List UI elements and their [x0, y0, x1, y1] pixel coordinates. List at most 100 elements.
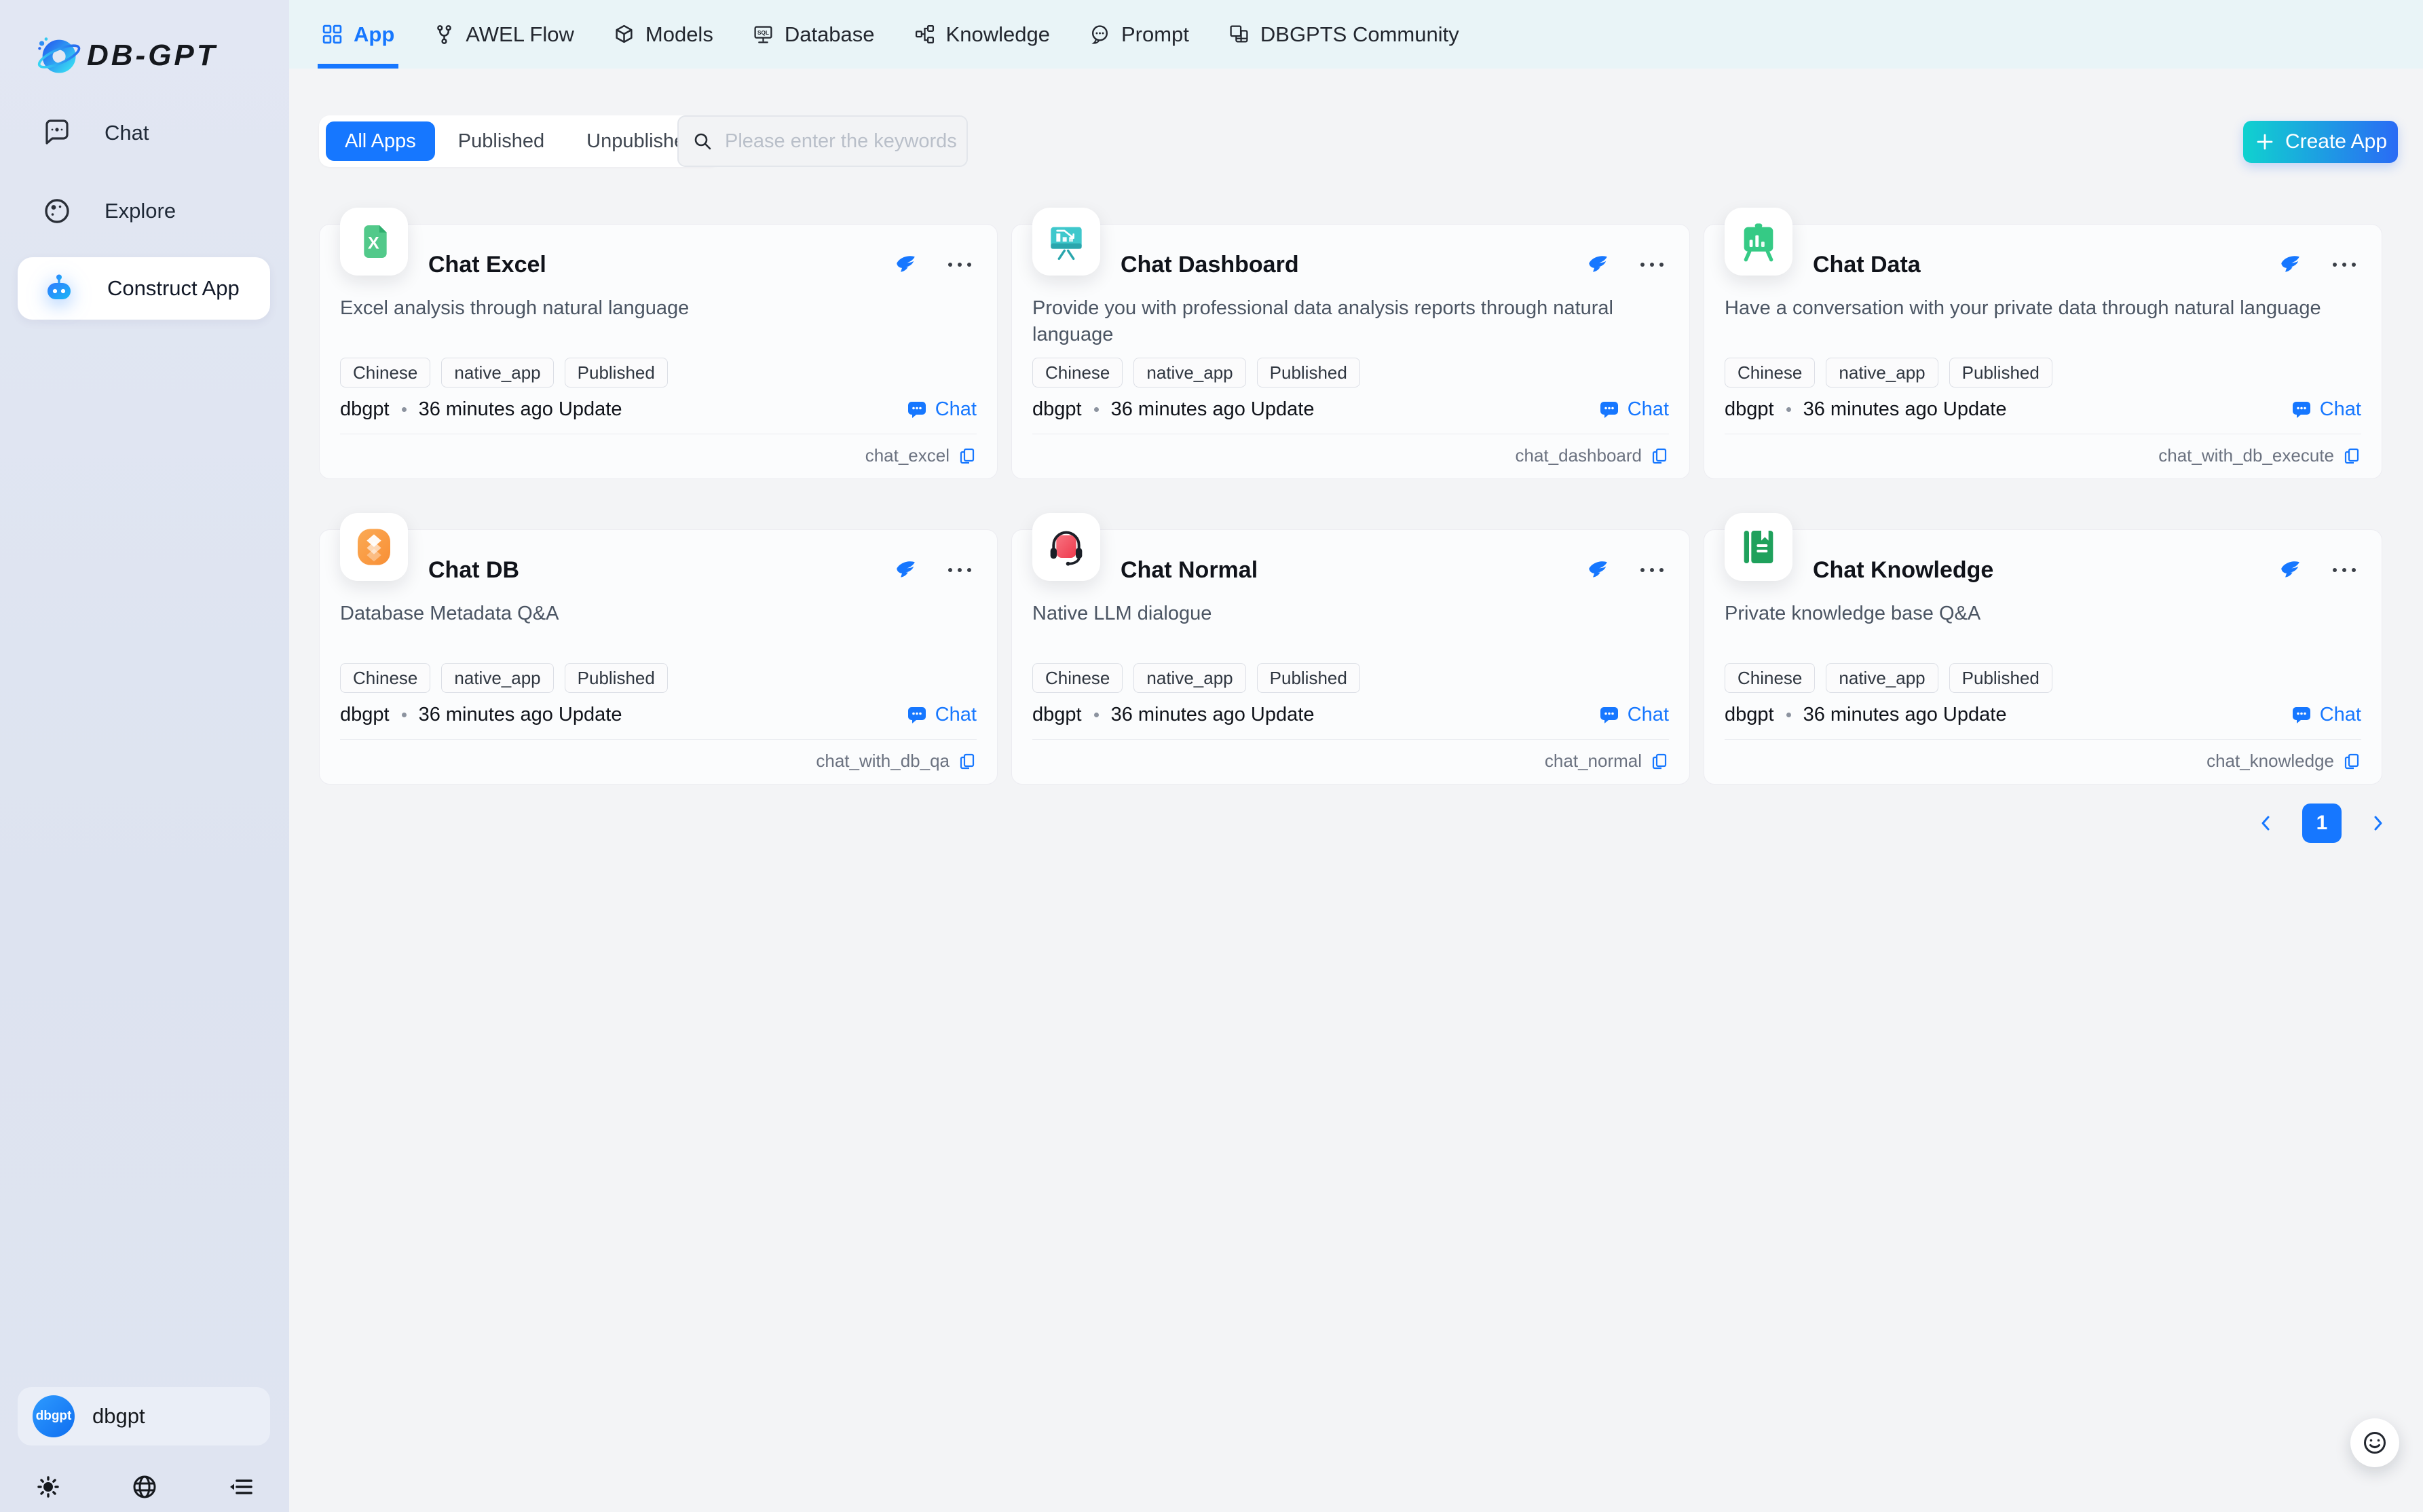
tab-label: Database: [785, 22, 875, 47]
filter-all-apps[interactable]: All Apps: [326, 121, 435, 161]
card-title: Chat DB: [428, 557, 519, 584]
chat-link-label: Chat: [2320, 398, 2361, 421]
dot-separator: [402, 407, 407, 412]
chat-link-label: Chat: [935, 704, 977, 726]
divider: [340, 739, 977, 740]
svg-text:SQL: SQL: [757, 30, 769, 36]
scene-code: chat_normal: [1545, 751, 1642, 772]
dingtalk-share-icon[interactable]: [894, 253, 917, 276]
page-number-1[interactable]: 1: [2302, 804, 2342, 843]
robot-icon: [42, 272, 75, 305]
card-updated: 36 minutes ago Update: [419, 398, 622, 421]
sidebar-item-label: Construct App: [107, 276, 240, 301]
tag-chip: Published: [1257, 663, 1360, 693]
chat-link-label: Chat: [1628, 704, 1669, 726]
app-card-chat-excel[interactable]: X Chat Excel Excel analysis through natu…: [319, 224, 998, 479]
dingtalk-share-icon[interactable]: [1586, 253, 1609, 276]
copy-icon[interactable]: [958, 447, 977, 466]
card-owner: dbgpt: [1725, 398, 1774, 421]
tab-app[interactable]: App: [322, 0, 394, 69]
tab-knowledge[interactable]: Knowledge: [914, 0, 1050, 69]
tab-models[interactable]: Models: [614, 0, 713, 69]
card-owner: dbgpt: [1032, 704, 1082, 726]
dingtalk-share-icon[interactable]: [2278, 559, 2302, 582]
tab-dbgpts-community[interactable]: DBGPTS Community: [1228, 0, 1459, 69]
copy-icon[interactable]: [1650, 752, 1669, 771]
card-title: Chat Knowledge: [1813, 557, 1993, 584]
chat-link[interactable]: Chat: [907, 704, 977, 726]
tag-chip: native_app: [1133, 663, 1245, 693]
tab-database[interactable]: SQL Database: [753, 0, 875, 69]
tab-prompt[interactable]: Prompt: [1089, 0, 1189, 69]
top-navigation: App AWEL Flow Models: [289, 0, 2423, 69]
feedback-smiley-button[interactable]: [2350, 1418, 2399, 1467]
card-updated: 36 minutes ago Update: [1803, 398, 2007, 421]
app-card-chat-data[interactable]: Chat Data Have a conversation with your …: [1704, 224, 2382, 479]
tab-label: Models: [645, 22, 713, 47]
chat-link[interactable]: Chat: [2291, 398, 2361, 421]
card-owner: dbgpt: [340, 704, 390, 726]
copy-icon[interactable]: [1650, 447, 1669, 466]
chat-link[interactable]: Chat: [907, 398, 977, 421]
language-globe-icon[interactable]: [130, 1473, 159, 1501]
card-description: Have a conversation with your private da…: [1725, 295, 2361, 322]
dingtalk-share-icon[interactable]: [1586, 559, 1609, 582]
card-footer: chat_dashboard: [1516, 445, 1669, 466]
card-actions: [894, 253, 971, 276]
community-grid-icon: [1228, 24, 1250, 45]
sql-monitor-icon: SQL: [753, 24, 774, 45]
app-card-chat-db[interactable]: Chat DB Database Metadata Q&A Chinese na…: [319, 529, 998, 785]
tab-awel-flow[interactable]: AWEL Flow: [434, 0, 574, 69]
next-page-icon[interactable]: [2367, 813, 2388, 833]
more-menu-button[interactable]: [948, 568, 971, 572]
app-card-grid: X Chat Excel Excel analysis through natu…: [319, 224, 2382, 785]
chat-bubble-blue-icon: [907, 704, 927, 725]
more-menu-button[interactable]: [948, 263, 971, 267]
sidebar-item-explore[interactable]: Explore: [18, 180, 270, 242]
more-menu-button[interactable]: [2333, 263, 2356, 267]
card-owner: dbgpt: [1032, 398, 1082, 421]
card-tags: Chinese native_app Published: [1032, 358, 1360, 388]
more-menu-button[interactable]: [1640, 568, 1664, 572]
app-card-chat-normal[interactable]: Chat Normal Native LLM dialogue Chinese …: [1011, 529, 1690, 785]
chat-bubble-blue-icon: [1599, 399, 1619, 419]
tag-chip: Chinese: [1725, 358, 1815, 388]
copy-icon[interactable]: [2342, 752, 2361, 771]
sidebar-item-chat[interactable]: Chat: [18, 102, 270, 164]
filter-published[interactable]: Published: [439, 121, 563, 161]
copy-icon[interactable]: [2342, 447, 2361, 466]
sidebar-footer: [0, 1473, 289, 1501]
dot-separator: [1786, 713, 1791, 717]
tag-chip: native_app: [1826, 663, 1938, 693]
search-input[interactable]: [724, 130, 982, 153]
user-menu[interactable]: dbgpt dbgpt: [18, 1387, 270, 1445]
chat-link[interactable]: Chat: [2291, 704, 2361, 726]
dingtalk-share-icon[interactable]: [894, 559, 917, 582]
chat-link[interactable]: Chat: [1599, 704, 1669, 726]
create-app-button[interactable]: Create App: [2243, 121, 2398, 163]
app-card-chat-dashboard[interactable]: Chat Dashboard Provide you with professi…: [1011, 224, 1690, 479]
tab-label: AWEL Flow: [466, 22, 574, 47]
flow-branch-icon: [434, 24, 455, 45]
dbgpt-logo: DB-GPT: [35, 33, 218, 79]
chat-link[interactable]: Chat: [1599, 398, 1669, 421]
sidebar-item-label: Chat: [105, 121, 149, 145]
theme-sun-icon[interactable]: [34, 1473, 62, 1501]
app-card-chat-knowledge[interactable]: Chat Knowledge Private knowledge base Q&…: [1704, 529, 2382, 785]
card-actions: [894, 559, 971, 582]
tag-chip: Chinese: [1032, 663, 1123, 693]
scene-code: chat_dashboard: [1516, 445, 1642, 466]
more-menu-button[interactable]: [1640, 263, 1664, 267]
tag-chip: Published: [565, 663, 668, 693]
copy-icon[interactable]: [958, 752, 977, 771]
card-tags: Chinese native_app Published: [340, 358, 668, 388]
prev-page-icon[interactable]: [2256, 813, 2276, 833]
card-description: Private knowledge base Q&A: [1725, 601, 2361, 627]
collapse-sidebar-icon[interactable]: [227, 1473, 255, 1501]
dot-separator: [1094, 713, 1099, 717]
dingtalk-share-icon[interactable]: [2278, 253, 2302, 276]
pagination: 1: [2256, 804, 2388, 843]
sidebar-item-construct-app[interactable]: Construct App: [18, 257, 270, 320]
more-menu-button[interactable]: [2333, 568, 2356, 572]
sidebar: DB-GPT Chat Ex: [0, 0, 289, 1512]
